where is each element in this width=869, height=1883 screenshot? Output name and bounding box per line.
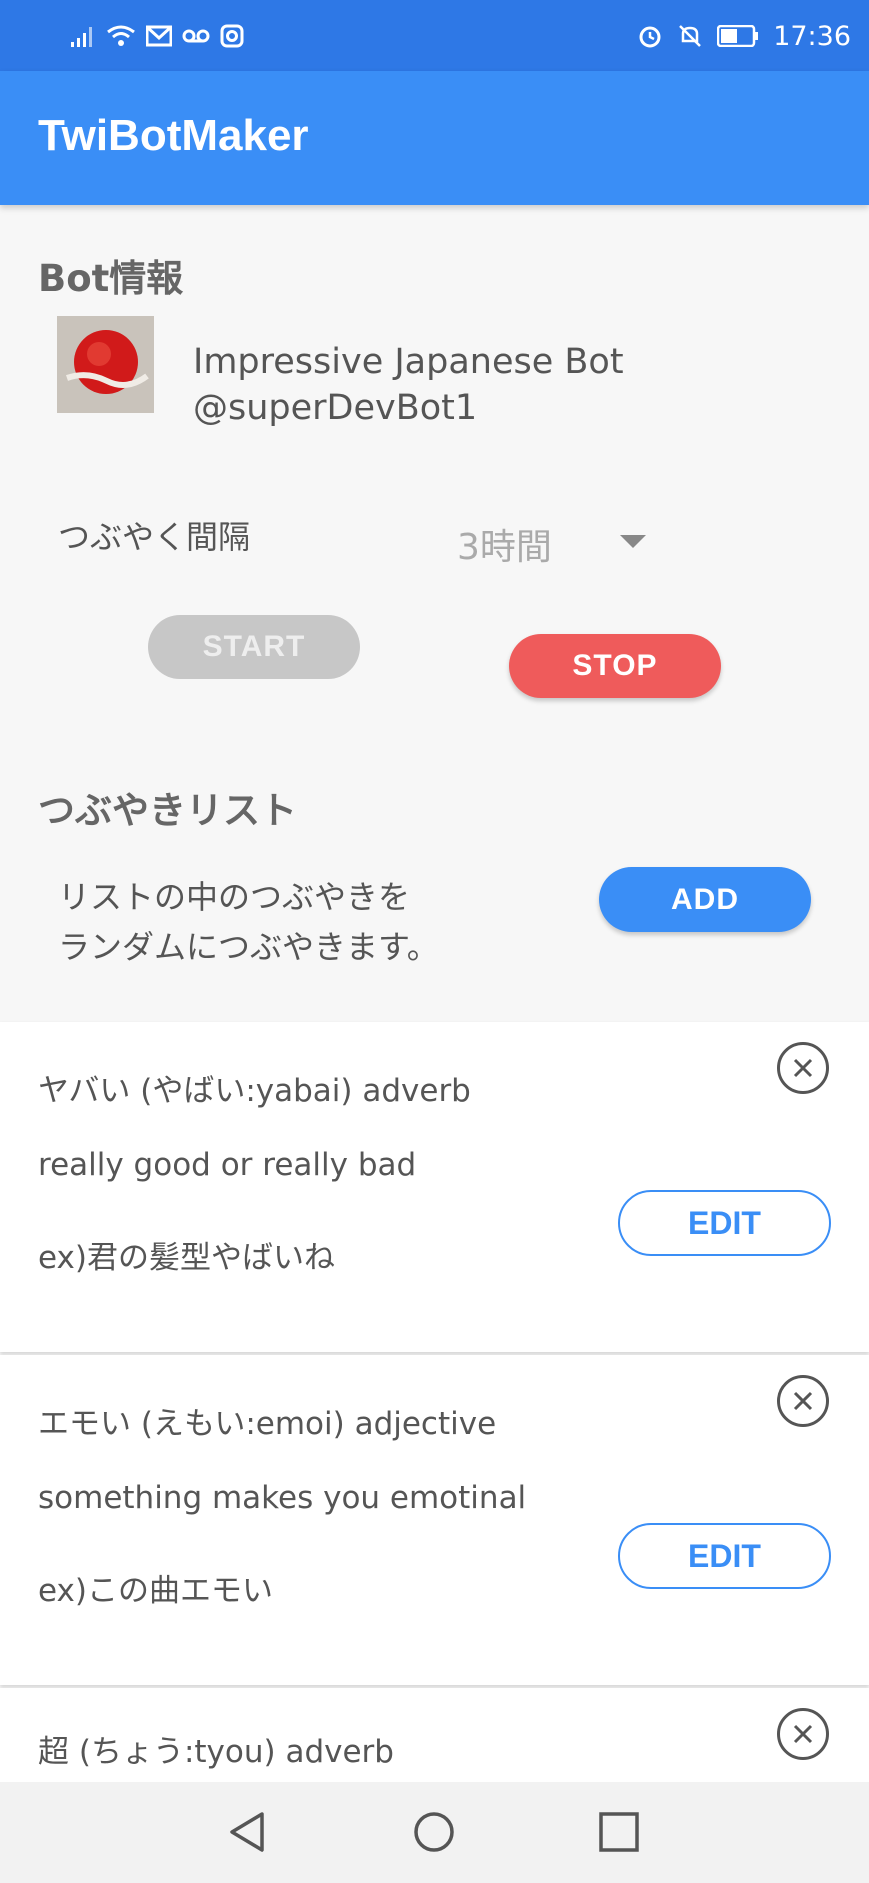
back-icon[interactable] <box>226 1810 270 1854</box>
tweet-list-description-1: リストの中のつぶやきを <box>58 878 411 916</box>
voicemail-icon <box>182 29 210 43</box>
stop-button[interactable]: STOP <box>509 634 721 698</box>
app-bar: TwiBotMaker <box>0 71 869 205</box>
tweet-meaning-line: really good or really bad <box>38 1147 417 1183</box>
tweet-card: 超 (ちょう:tyou) adverb <box>0 1688 869 1782</box>
instagram-icon <box>220 24 244 48</box>
battery-icon <box>717 25 759 47</box>
mute-icon <box>679 25 702 47</box>
home-icon[interactable] <box>412 1810 456 1854</box>
close-icon[interactable] <box>777 1375 829 1427</box>
tweet-list-description-2: ランダムにつぶやきます。 <box>58 928 439 966</box>
bot-name: Impressive Japanese Bot <box>193 342 624 382</box>
navigation-bar <box>0 1782 869 1883</box>
status-icons-right: 17:36 <box>637 20 851 52</box>
edit-button[interactable]: EDIT <box>618 1523 831 1589</box>
status-icons-left <box>70 20 244 52</box>
start-button[interactable]: START <box>148 615 360 679</box>
interval-label: つぶやく間隔 <box>58 518 251 556</box>
status-bar: 17:36 <box>0 0 869 71</box>
tweet-word-line: エモい (えもい:emoi) adjective <box>38 1406 497 1442</box>
tweet-card: ヤバい (やばい:yabai) adverb really good or re… <box>0 1022 869 1352</box>
bot-avatar <box>57 316 154 413</box>
tweet-meaning-line: something makes you emotinal <box>38 1480 527 1516</box>
app-title: TwiBotMaker <box>38 111 309 160</box>
close-icon[interactable] <box>777 1042 829 1094</box>
tweet-card: エモい (えもい:emoi) adjective something makes… <box>0 1355 869 1685</box>
close-icon[interactable] <box>777 1708 829 1760</box>
tweet-word-line: ヤバい (やばい:yabai) adverb <box>38 1073 471 1109</box>
add-button[interactable]: ADD <box>599 867 811 932</box>
chevron-down-icon[interactable] <box>620 535 646 548</box>
recents-icon[interactable] <box>597 1810 641 1854</box>
tweet-list-title: つぶやきリスト <box>38 789 297 832</box>
tweet-example-line: ex)君の髪型やばいね <box>38 1240 335 1276</box>
alarm-icon <box>639 26 661 48</box>
interval-select[interactable]: 3時間 <box>457 518 552 570</box>
signal-icon <box>71 27 92 47</box>
status-time: 17:36 <box>773 20 851 52</box>
wifi-icon <box>107 25 135 46</box>
edit-button[interactable]: EDIT <box>618 1190 831 1256</box>
bot-handle: @superDevBot1 <box>193 388 478 428</box>
mail-icon <box>146 25 172 47</box>
tweet-word-line: 超 (ちょう:tyou) adverb <box>38 1734 394 1770</box>
bot-info-title: Bot情報 <box>38 257 184 300</box>
tweet-example-line: ex)この曲エモい <box>38 1573 273 1609</box>
